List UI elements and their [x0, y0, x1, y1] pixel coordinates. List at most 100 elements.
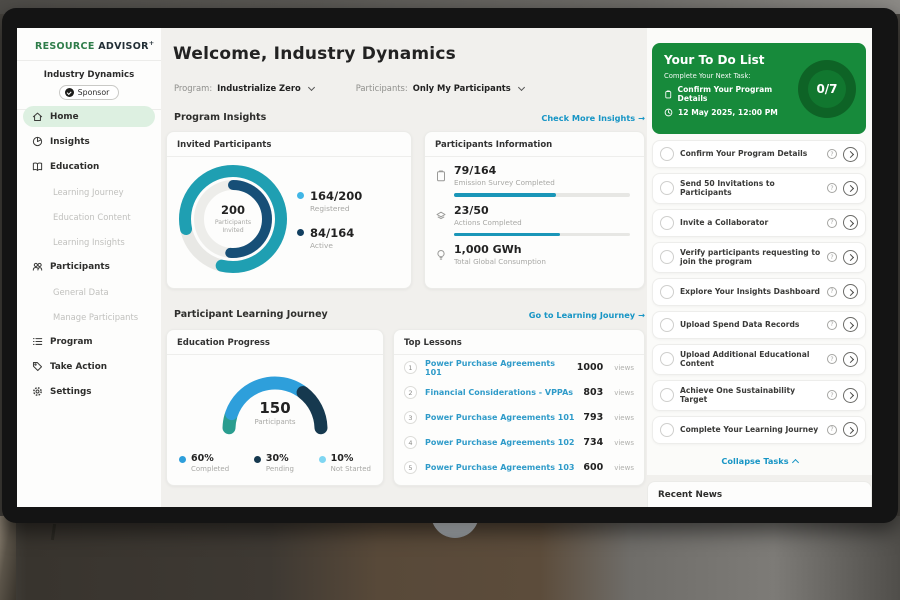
info-icon[interactable]: ?	[827, 218, 837, 228]
todo-progress-ring: 0/7	[798, 60, 856, 118]
todo-item-label: Send 50 Invitations to Participants	[680, 179, 821, 198]
sidebar-item-manage-participants[interactable]: Manage Participants	[17, 304, 161, 329]
check-more-insights-link[interactable]: Check More Insights→	[541, 113, 645, 123]
todo-item: Upload Additional Educational Content ?	[652, 344, 866, 375]
todo-checkbox[interactable]	[660, 285, 674, 299]
collapse-tasks-link[interactable]: Collapse Tasks	[647, 456, 872, 466]
lesson-link[interactable]: Power Purchase Agreements 101	[425, 359, 569, 377]
todo-checkbox[interactable]	[660, 423, 674, 437]
todo-checkbox[interactable]	[660, 318, 674, 332]
card-title: Top Lessons	[394, 330, 644, 355]
card-title: Participants Information	[425, 132, 644, 157]
sidebar-item-take-action[interactable]: Take Action	[17, 354, 161, 379]
sidebar-item-settings[interactable]: Settings	[17, 379, 161, 404]
collapse-tasks-label: Collapse Tasks	[721, 456, 788, 466]
todo-checkbox[interactable]	[660, 250, 674, 264]
education-icon	[32, 161, 43, 172]
lesson-views: 600	[583, 462, 603, 473]
sidebar-item-participants[interactable]: Participants	[17, 254, 161, 279]
sidebar-item-learning-insights[interactable]: Learning Insights	[17, 229, 161, 254]
go-to-learning-journey-link[interactable]: Go to Learning Journey→	[529, 310, 645, 320]
todo-item: Send 50 Invitations to Participants ?	[652, 173, 866, 204]
info-icon[interactable]: ?	[827, 252, 837, 262]
todo-go-button[interactable]	[843, 422, 858, 437]
learning-journey-section-header: Participant Learning Journey Go to Learn…	[174, 309, 645, 320]
home-icon	[32, 111, 43, 122]
link-label: Check More Insights	[541, 113, 635, 123]
lesson-views: 803	[583, 387, 603, 398]
info-icon[interactable]: ?	[827, 425, 837, 435]
legend-label: Registered	[310, 204, 362, 213]
todo-go-button[interactable]	[843, 250, 858, 265]
todo-go-button[interactable]	[843, 388, 858, 403]
program-icon	[32, 336, 43, 347]
info-icon[interactable]: ?	[827, 287, 837, 297]
todo-checkbox[interactable]	[660, 388, 674, 402]
sidebar: RESOURCE ADVISOR+ Industry Dynamics Spon…	[17, 28, 161, 507]
todo-go-button[interactable]	[843, 147, 858, 162]
info-icon[interactable]: ?	[827, 390, 837, 400]
invited-donut-chart: 200 Participants Invited 164/200 Registe…	[167, 157, 411, 275]
insights-icon	[32, 136, 43, 147]
program-select[interactable]: Program: Industrialize Zero	[174, 83, 314, 93]
legend-value: 30%	[266, 453, 294, 464]
legend-dot	[179, 456, 186, 463]
todo-go-button[interactable]	[843, 215, 858, 230]
lesson-link[interactable]: Financial Considerations - VPPAs	[425, 388, 575, 397]
recent-news-card: Recent News	[647, 481, 872, 507]
views-suffix: views	[614, 439, 634, 447]
todo-checkbox[interactable]	[660, 352, 674, 366]
legend-label: Pending	[266, 465, 294, 473]
todo-panel: Your To Do List Complete Your Next Task:…	[647, 28, 872, 475]
todo-item: Complete Your Learning Journey ?	[652, 416, 866, 444]
education-gauge-chart: 150 Participants	[205, 365, 345, 441]
logo-secondary: ADVISOR	[98, 41, 148, 52]
lesson-link[interactable]: Power Purchase Agreements 101	[425, 413, 575, 422]
lesson-row: 3 Power Purchase Agreements 101 793 view…	[394, 405, 644, 430]
lesson-views: 793	[583, 412, 603, 423]
sidebar-item-label: Settings	[50, 387, 92, 397]
stat-value: 1,000 GWh	[454, 244, 546, 255]
sidebar-item-home[interactable]: Home	[23, 106, 155, 127]
todo-checkbox[interactable]	[660, 181, 674, 195]
info-icon[interactable]: ?	[827, 149, 837, 159]
participants-value: Only My Participants	[413, 83, 511, 93]
legend-value: 84/164	[310, 226, 354, 240]
todo-checkbox[interactable]	[660, 216, 674, 230]
info-icon[interactable]: ?	[827, 354, 837, 364]
todo-next-task-label: Confirm Your Program Details	[678, 85, 798, 103]
sidebar-item-education[interactable]: Education	[17, 154, 161, 179]
legend-value: 164/200	[310, 189, 362, 203]
todo-item-label: Verify participants requesting to join t…	[680, 248, 821, 267]
todo-go-button[interactable]	[843, 284, 858, 299]
sidebar-item-learning-journey[interactable]: Learning Journey	[17, 179, 161, 204]
todo-go-button[interactable]	[843, 352, 858, 367]
legend-value: 60%	[191, 453, 229, 464]
photo-background-left	[0, 516, 16, 600]
gauge-center-label: Participants	[205, 418, 345, 426]
page-title: Welcome, Industry Dynamics	[173, 44, 456, 64]
sidebar-item-insights[interactable]: Insights	[17, 129, 161, 154]
legend-item-completed: 60% Completed	[179, 453, 229, 473]
stat-value: 23/50	[454, 205, 522, 216]
todo-go-button[interactable]	[843, 317, 858, 332]
sidebar-item-education-content[interactable]: Education Content	[17, 204, 161, 229]
lesson-rank: 2	[404, 386, 417, 399]
lesson-link[interactable]: Power Purchase Agreements 103	[425, 463, 575, 472]
info-icon[interactable]: ?	[827, 183, 837, 193]
stat-consumption: 1,000 GWh Total Global Consumption	[425, 236, 644, 266]
lesson-link[interactable]: Power Purchase Agreements 102	[425, 438, 575, 447]
gauge-legend: 60% Completed 30% Pending 10% Not Starte…	[167, 441, 383, 473]
todo-checkbox[interactable]	[660, 147, 674, 161]
clipboard-icon	[664, 90, 673, 99]
todo-due-label: 12 May 2025, 12:00 PM	[678, 108, 778, 117]
participants-select[interactable]: Participants: Only My Participants	[356, 83, 524, 93]
info-icon[interactable]: ?	[827, 320, 837, 330]
sidebar-item-program[interactable]: Program	[17, 329, 161, 354]
consumption-icon	[435, 249, 447, 261]
sidebar-item-general-data[interactable]: General Data	[17, 279, 161, 304]
sidebar-item-label: Learning Journey	[53, 187, 124, 197]
sponsor-badge[interactable]: Sponsor	[59, 85, 120, 100]
todo-item-label: Upload Additional Educational Content	[680, 350, 821, 369]
todo-go-button[interactable]	[843, 181, 858, 196]
